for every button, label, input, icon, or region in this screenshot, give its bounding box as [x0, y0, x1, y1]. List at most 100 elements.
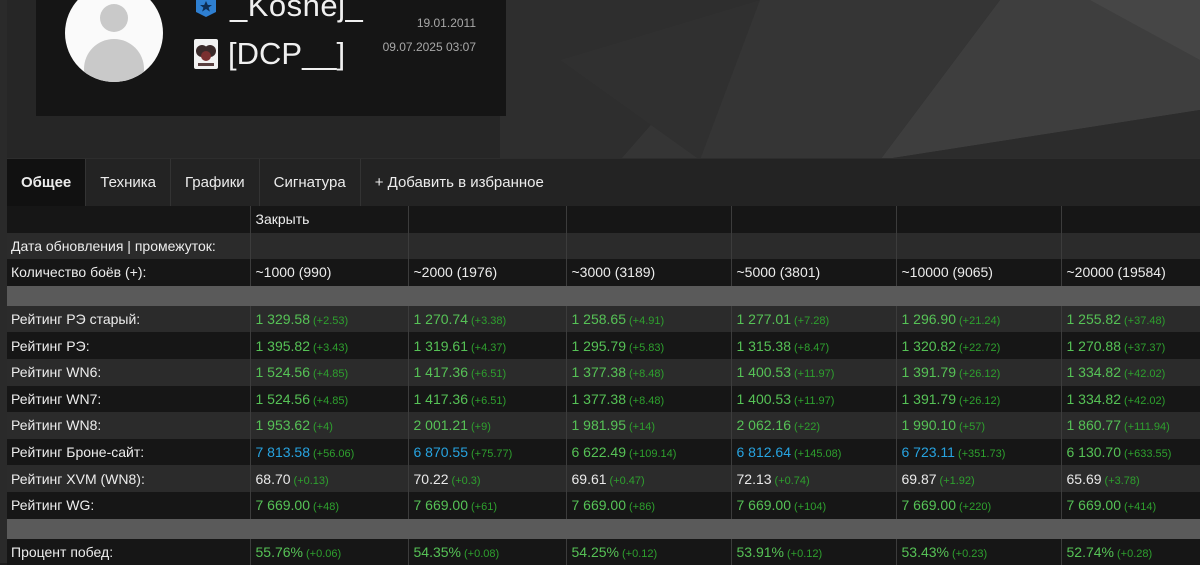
stat-value: 6 622.49: [571, 444, 627, 461]
tab-general[interactable]: Общее: [7, 159, 87, 207]
stat-cell: 69.87 (+1.92): [895, 465, 1061, 492]
profile-card: _Koshej_ [DCP__] 19.01.2011 09.07.2025 0…: [36, 0, 506, 116]
stat-delta: (+22): [794, 421, 820, 434]
stat-value: 1 391.79: [901, 364, 957, 381]
stat-value: 7 669.00: [1066, 497, 1122, 514]
stat-cell: 1 377.38 (+8.48): [565, 358, 731, 386]
stat-cell: 1 400.53 (+11.97): [730, 385, 896, 413]
stat-value: 70.22: [413, 470, 449, 487]
stat-value: 1 334.82: [1066, 364, 1122, 381]
stat-label: Рейтинг XVM (WN8):: [7, 465, 250, 492]
stat-cell: 7 669.00 (+48): [249, 491, 408, 519]
stat-value: 1 377.38: [571, 390, 627, 407]
stat-cell: 1 296.90 (+21.24): [895, 305, 1061, 333]
stat-value: 1 391.79: [901, 390, 957, 407]
stat-cell: 1 524.56 (+4.85): [249, 385, 408, 413]
stat-value: 1 334.82: [1066, 390, 1122, 407]
stat-row-1: Рейтинг РЭ: 1 395.82 (+3.43) 1 319.61 (+4.37…: [7, 332, 1200, 359]
stat-delta: (+0.12): [786, 547, 823, 560]
section-divider: [7, 518, 1200, 539]
stat-delta: (+14): [629, 421, 655, 434]
registration-date: 19.01.2011: [416, 16, 476, 30]
stat-cell: 6 622.49 (+109.14): [565, 438, 731, 466]
period-cell[interactable]: ~2000 (1976): [407, 259, 566, 286]
stat-delta: (+57): [959, 421, 985, 434]
stat-value: 1 329.58: [255, 311, 311, 328]
stat-cell: 1 320.82 (+22.72): [895, 332, 1061, 359]
stat-cell: 6 723.11 (+351.73): [895, 438, 1061, 466]
left-border: [0, 0, 7, 563]
close-button[interactable]: Закрыть: [249, 206, 408, 233]
stat-value: 52.74%: [1066, 543, 1114, 560]
tab-charts[interactable]: Графики: [171, 159, 260, 207]
update-date-row: Дата обновления | промежуток:: [7, 232, 1200, 260]
stat-label: Рейтинг WN7:: [7, 385, 250, 413]
period-cell[interactable]: ~20000 (19584): [1060, 259, 1200, 286]
stat-delta: (+5.83): [629, 341, 665, 354]
stat-cell: 1 329.58 (+2.53): [249, 305, 408, 333]
stat-cell: 1 377.38 (+8.48): [565, 385, 731, 413]
stat-value: 69.87: [901, 470, 937, 487]
stat-delta: (+0.23): [951, 547, 988, 560]
stat-cell: 6 130.70 (+633.55): [1060, 438, 1200, 466]
period-cell[interactable]: ~10000 (9065): [895, 259, 1061, 286]
stat-delta: (+3.43): [313, 341, 349, 354]
stat-label: Рейтинг WN6:: [7, 358, 250, 386]
stat-value: 7 669.00: [901, 497, 957, 514]
close-row: Закрыть: [7, 206, 1200, 233]
period-cell[interactable]: ~5000 (3801): [730, 259, 896, 286]
stat-value: 54.35%: [413, 543, 461, 560]
stat-cell: 1 400.53 (+11.97): [730, 358, 896, 386]
stat-delta: (+48): [313, 501, 339, 514]
add-favorite-button[interactable]: + Добавить в избранное: [361, 159, 558, 207]
stat-value: 69.61: [571, 470, 607, 487]
stat-delta: (+1.92): [939, 474, 975, 487]
period-cell[interactable]: ~1000 (990): [249, 259, 408, 286]
stat-cell: 1 270.74 (+3.38): [407, 305, 566, 333]
stat-delta: (+37.48): [1124, 315, 1166, 328]
stat-cell: 69.61 (+0.47): [565, 465, 731, 492]
stat-cell: 1 524.56 (+4.85): [249, 358, 408, 386]
stat-delta: (+42.02): [1124, 394, 1166, 407]
stat-cell: 1 334.82 (+42.02): [1060, 385, 1200, 413]
stat-delta: (+21.24): [959, 315, 1001, 328]
stat-value: 65.69: [1066, 470, 1102, 487]
stat-delta: (+9): [471, 421, 491, 434]
stat-cell: 7 669.00 (+104): [730, 491, 896, 519]
stat-value: 6 130.70: [1066, 444, 1122, 461]
stat-cell: 72.13 (+0.74): [730, 465, 896, 492]
stat-cell: 2 062.16 (+22): [730, 412, 896, 439]
stat-delta: (+4.85): [313, 368, 349, 381]
stat-delta: (+75.77): [471, 448, 513, 461]
stat-delta: (+414): [1124, 501, 1157, 514]
stat-delta: (+0.28): [1116, 547, 1153, 560]
tab-vehicles[interactable]: Техника: [86, 159, 172, 207]
stat-cell: 54.35% (+0.08): [407, 538, 566, 565]
stat-value: 1 417.36: [413, 390, 469, 407]
stat-delta: (+0.06): [305, 547, 342, 560]
stat-cell: 1 395.82 (+3.43): [249, 332, 408, 359]
stat-delta: (+111.94): [1124, 421, 1170, 434]
stat-cell: 1 990.10 (+57): [895, 412, 1061, 439]
stat-delta: (+0.13): [293, 474, 329, 487]
stat-cell: 1 391.79 (+26.12): [895, 358, 1061, 386]
stat-row-2: Рейтинг WN6: 1 524.56 (+4.85) 1 417.36 (+6.5…: [7, 358, 1200, 386]
stat-value: 7 669.00: [413, 497, 469, 514]
stat-value: 1 320.82: [901, 337, 957, 354]
stat-value: 54.25%: [571, 543, 619, 560]
stat-cell: 7 669.00 (+86): [565, 491, 731, 519]
stat-value: 7 669.00: [571, 497, 627, 514]
stat-delta: (+0.47): [609, 474, 645, 487]
stat-delta: (+6.51): [471, 394, 507, 407]
stat-cell: 53.43% (+0.23): [895, 538, 1061, 565]
stat-row-3: Рейтинг WN7: 1 524.56 (+4.85) 1 417.36 (+6.5…: [7, 385, 1200, 413]
stat-value: 1 417.36: [413, 364, 469, 381]
stat-cell: 1 270.88 (+37.37): [1060, 332, 1200, 359]
tab-signature[interactable]: Сигнатура: [260, 159, 361, 207]
stat-value: 7 669.00: [255, 497, 311, 514]
stat-cell: 1 255.82 (+37.48): [1060, 305, 1200, 333]
profile-tabs: Общее Техника Графики Сигнатура + Добави…: [7, 158, 1200, 207]
period-cell[interactable]: ~3000 (3189): [565, 259, 731, 286]
stat-cell: 2 001.21 (+9): [407, 412, 566, 439]
stat-value: 1 990.10: [901, 417, 957, 434]
